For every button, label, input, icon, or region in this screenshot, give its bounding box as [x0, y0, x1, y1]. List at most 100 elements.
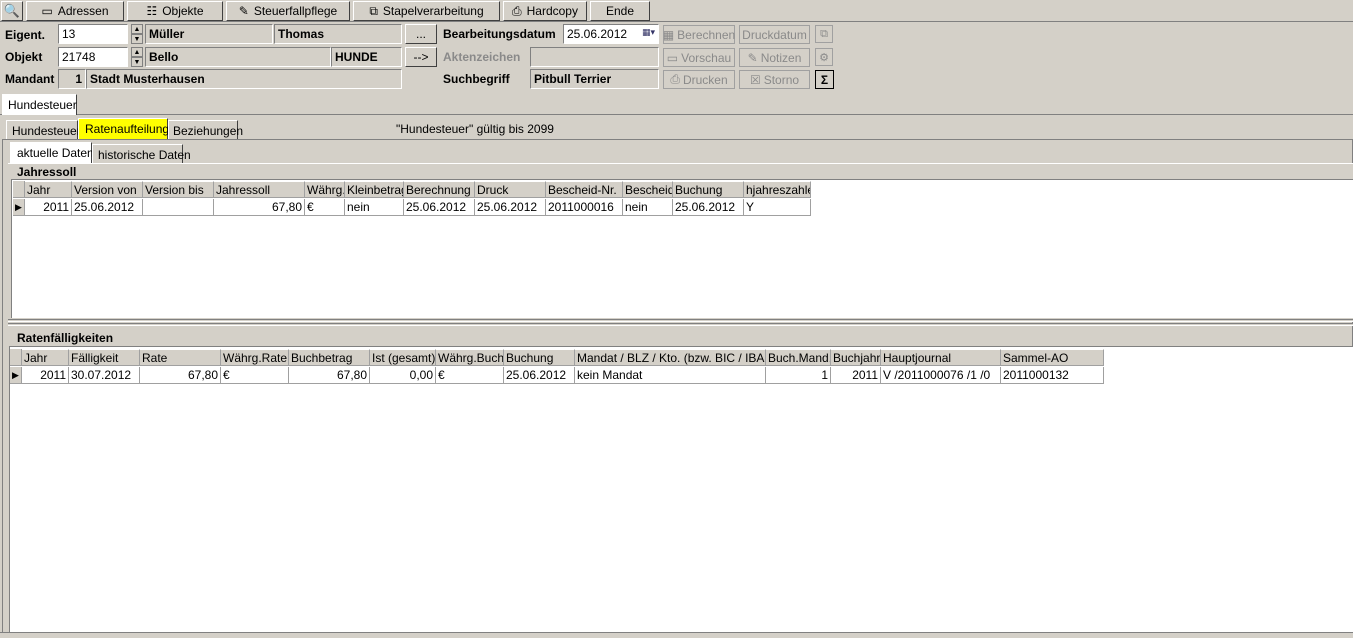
table-cell[interactable]: 67,80 — [140, 367, 221, 384]
table-cell[interactable]: 2011 — [22, 367, 69, 384]
column-header[interactable]: Rate — [140, 349, 221, 366]
column-header[interactable]: Version bis — [143, 181, 214, 198]
table-cell[interactable]: nein — [345, 199, 404, 216]
column-header[interactable]: Jahr — [22, 349, 69, 366]
druckdatum-button[interactable]: Druckdatum — [739, 25, 810, 44]
arrow-button[interactable]: --> — [405, 47, 437, 67]
note-icon: ✎ — [747, 50, 758, 65]
spin-down-icon[interactable]: ▼ — [131, 34, 143, 44]
column-header[interactable]: Bescheid — [623, 181, 673, 198]
hardcopy-button[interactable]: ⎙ Hardcopy — [503, 1, 587, 21]
table-cell[interactable]: 67,80 — [289, 367, 370, 384]
table-cell[interactable]: € — [436, 367, 504, 384]
drucken-button[interactable]: ⎙ Drucken — [663, 70, 735, 89]
bearbeitungsdatum-value: 25.06.2012 — [567, 27, 628, 41]
suchbegriff-input[interactable]: Pitbull Terrier — [530, 69, 659, 89]
column-header[interactable]: Jahressoll — [214, 181, 305, 198]
column-header[interactable]: hjahreszahler — [744, 181, 811, 198]
ende-button[interactable]: Ende — [590, 1, 650, 21]
eigent-firstname: Thomas — [274, 24, 402, 44]
tab-hundesteuer[interactable]: Hundesteuer — [6, 120, 81, 139]
stapelverarbeitung-button[interactable]: ⧉ Stapelverarbeitung — [353, 1, 500, 21]
objekt-input[interactable]: 21748 — [58, 47, 128, 67]
aktenzeichen-input[interactable] — [530, 47, 659, 67]
tab-aktuelle-daten[interactable]: aktuelle Daten — [10, 142, 94, 163]
sum-button[interactable]: Σ — [815, 70, 834, 89]
berechnen-button[interactable]: ▦ Berechnen — [663, 25, 735, 44]
table-cell[interactable]: nein — [623, 199, 673, 216]
notizen-button[interactable]: ✎ Notizen — [739, 48, 810, 67]
table-cell[interactable]: kein Mandat — [575, 367, 766, 384]
table-cell[interactable]: 0,00 — [370, 367, 436, 384]
eigent-spinner[interactable]: ▲ ▼ — [131, 24, 143, 44]
column-header[interactable]: Währg. — [305, 181, 345, 198]
table-cell[interactable]: 30.07.2012 — [69, 367, 140, 384]
objekt-spinner[interactable]: ▲ ▼ — [131, 47, 143, 67]
table-cell[interactable]: 2011 — [25, 199, 72, 216]
column-header[interactable]: Bescheid-Nr. — [546, 181, 623, 198]
dots-button[interactable]: ... — [405, 24, 437, 44]
table-cell[interactable]: 1 — [766, 367, 831, 384]
column-header[interactable]: Version von — [72, 181, 143, 198]
adressen-button[interactable]: ▭ Adressen — [26, 1, 124, 21]
calendar-dropdown-icon[interactable]: ▦▾ — [642, 27, 655, 38]
steuerfallpflege-button[interactable]: ✎ Steuerfallpflege — [226, 1, 350, 21]
column-header[interactable]: Buchung — [504, 349, 575, 366]
table-cell[interactable]: 2011 — [831, 367, 881, 384]
tab-hundesteuer-main[interactable]: Hundesteuer — [2, 94, 77, 115]
eigent-input[interactable]: 13 — [58, 24, 128, 44]
splitter[interactable] — [8, 323, 1353, 326]
column-header[interactable]: Druck — [475, 181, 546, 198]
table-cell[interactable]: 2011000016 — [546, 199, 623, 216]
copy-icon[interactable]: ⧉ — [815, 25, 833, 43]
spin-up-icon[interactable]: ▲ — [131, 24, 143, 34]
row-indicator-icon[interactable]: ▶ — [10, 367, 22, 384]
tab-beziehungen[interactable]: Beziehungen — [168, 120, 243, 139]
table-cell[interactable]: € — [221, 367, 289, 384]
table-cell[interactable]: 25.06.2012 — [72, 199, 143, 216]
column-header[interactable]: Berechnung — [404, 181, 475, 198]
storno-button[interactable]: ☒ Storno — [739, 70, 810, 89]
table-cell[interactable]: 2011000132 — [1001, 367, 1104, 384]
column-header[interactable]: Buchbetrag — [289, 349, 370, 366]
table-cell[interactable]: 25.06.2012 — [673, 199, 744, 216]
stack-icon: ⧉ — [369, 4, 378, 18]
table-cell[interactable]: 25.06.2012 — [475, 199, 546, 216]
column-header[interactable]: Buchung — [673, 181, 744, 198]
tab-ratenaufteilung[interactable]: Ratenaufteilung — [78, 118, 169, 139]
table-cell[interactable]: 25.06.2012 — [404, 199, 475, 216]
column-header[interactable]: Kleinbetrag — [345, 181, 404, 198]
table-cell[interactable]: Y — [744, 199, 811, 216]
column-header[interactable]: Jahr — [25, 181, 72, 198]
bearbeitungsdatum-input[interactable]: 25.06.2012 ▦▾ — [563, 24, 659, 44]
vorschau-button[interactable]: ▭ Vorschau — [663, 48, 735, 67]
steuerfallpflege-label: Steuerfallpflege — [253, 4, 338, 18]
spin-down-icon[interactable]: ▼ — [131, 57, 143, 67]
column-header[interactable]: Hauptjournal — [881, 349, 1001, 366]
jahressoll-title: Jahressoll — [17, 165, 77, 179]
row-indicator-icon[interactable]: ▶ — [13, 199, 25, 216]
settings-icon[interactable]: ⚙ — [815, 48, 833, 66]
table-cell[interactable]: 67,80 — [214, 199, 305, 216]
spin-up-icon[interactable]: ▲ — [131, 47, 143, 57]
table-cell[interactable] — [143, 199, 214, 216]
mandant-value: 1 — [58, 69, 86, 89]
column-header[interactable]: Buchjahr — [831, 349, 881, 366]
objekte-button[interactable]: ☷ Objekte — [127, 1, 223, 21]
table-cell[interactable]: € — [305, 199, 345, 216]
splitter[interactable] — [8, 319, 1353, 322]
column-header[interactable]: Buch.Mand. — [766, 349, 831, 366]
objekt-type: HUNDE — [331, 47, 402, 67]
column-header[interactable]: Mandat / BLZ / Kto. (bzw. BIC / IBAN) — [575, 349, 766, 366]
column-header[interactable]: Währg.Rate — [221, 349, 289, 366]
header-panel: Eigent. 13 ▲ ▼ Müller Thomas ... Bearbeit… — [0, 22, 1353, 93]
zoom-button[interactable]: 🔍 — [1, 1, 23, 21]
tab-historische-daten[interactable]: historische Daten — [92, 144, 191, 163]
table-cell[interactable]: 25.06.2012 — [504, 367, 575, 384]
column-header[interactable]: Fälligkeit — [69, 349, 140, 366]
column-header[interactable]: Ist (gesamt) — [370, 349, 436, 366]
column-header[interactable]: Sammel-AO — [1001, 349, 1104, 366]
column-header[interactable]: Währg.Buch. — [436, 349, 504, 366]
hardcopy-label: Hardcopy — [526, 4, 578, 18]
table-cell[interactable]: V /2011000076 /1 /0 — [881, 367, 1001, 384]
